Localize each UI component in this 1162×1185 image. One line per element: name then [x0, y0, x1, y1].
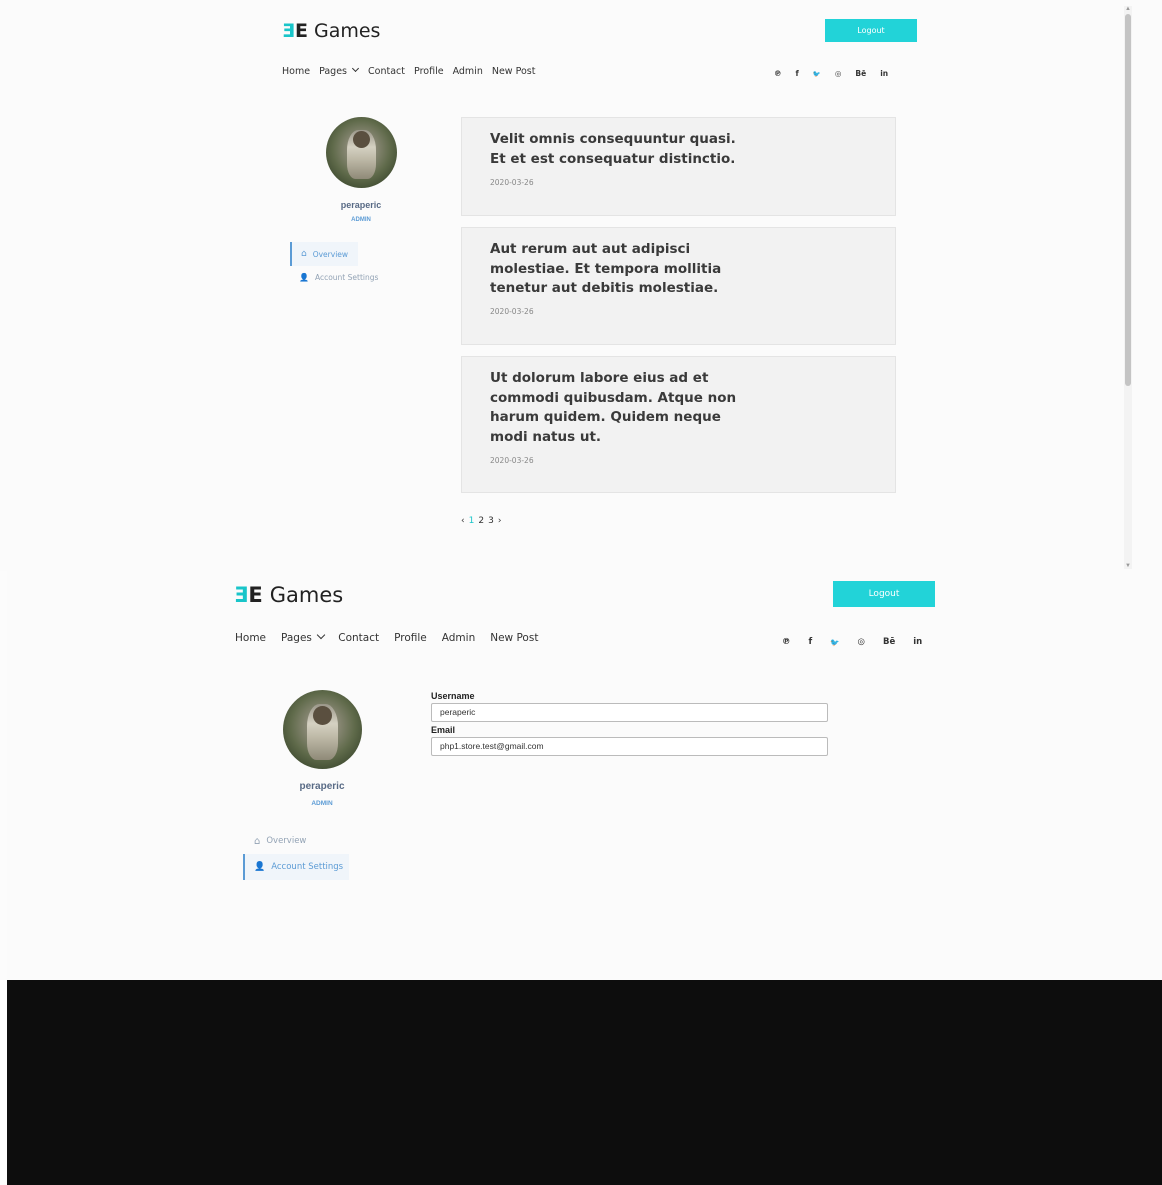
nav-pages[interactable]: Pages [319, 64, 360, 77]
avatar [283, 690, 362, 769]
sidebar-item-label: Overview [312, 249, 349, 259]
nav-new-post[interactable]: New Post [492, 66, 536, 77]
nav-profile[interactable]: Profile [414, 66, 444, 77]
user-icon: 👤 [299, 272, 309, 282]
username-field[interactable]: peraperic [431, 703, 828, 722]
profile-role: ADMIN [311, 800, 333, 807]
post-card[interactable]: Aut rerum aut aut adipisci molestiae. Et… [461, 227, 896, 345]
pinterest-icon[interactable]: ℗ [782, 637, 791, 647]
nav-pages-label: Pages [281, 632, 312, 644]
prev-page-button[interactable]: ‹ [461, 516, 465, 526]
avatar-head [313, 705, 332, 725]
site-logo[interactable]: ƎE Games [282, 19, 380, 43]
sidebar-item-account-settings[interactable]: 👤 Account Settings [292, 270, 402, 284]
sidebar-item-overview[interactable]: ⌂ Overview [246, 833, 356, 849]
scroll-thumb[interactable] [1125, 14, 1131, 386]
sidebar-item-label: Account Settings [314, 272, 379, 282]
profile-role: ADMIN [351, 217, 371, 223]
sidebar-item-label: Overview [266, 836, 307, 846]
home-icon: ⌂ [254, 835, 261, 847]
sidebar-item-overview[interactable]: ⌂ Overview [290, 242, 358, 266]
twitter-icon[interactable]: 🐦 [830, 638, 839, 647]
next-page-button[interactable]: › [498, 516, 502, 526]
dribbble-icon[interactable]: ◎ [835, 69, 842, 78]
social-links: ℗ f 🐦 ◎ Bē in [782, 637, 922, 647]
sidebar-item-account-settings[interactable]: 👤 Account Settings [243, 854, 349, 880]
nav-contact[interactable]: Contact [368, 66, 405, 77]
behance-icon[interactable]: Bē [855, 69, 866, 78]
behance-icon[interactable]: Bē [883, 637, 895, 647]
post-date: 2020-03-26 [490, 307, 534, 316]
user-icon: 👤 [254, 862, 266, 872]
facebook-icon[interactable]: f [796, 69, 799, 78]
nav-home[interactable]: Home [282, 66, 310, 77]
facebook-icon[interactable]: f [809, 637, 813, 647]
main-nav: Home Pages Contact Profile Admin New Pos… [235, 630, 538, 644]
profile-username: peraperic [299, 781, 345, 792]
page-link[interactable]: 2 [478, 516, 484, 526]
logout-button[interactable]: Logout [833, 581, 935, 607]
post-title[interactable]: Ut dolorum labore eius ad et commodi qui… [490, 369, 740, 447]
username-label: Username [431, 691, 475, 701]
page-link-current[interactable]: 1 [469, 516, 475, 526]
chevron-down-icon [352, 64, 360, 73]
page-link[interactable]: 3 [488, 516, 494, 526]
nav-pages-label: Pages [319, 66, 348, 77]
post-title[interactable]: Velit omnis consequuntur quasi. Et et es… [490, 130, 740, 169]
nav-contact[interactable]: Contact [338, 632, 379, 644]
logo-text: Games [269, 583, 344, 607]
nav-home[interactable]: Home [235, 632, 266, 644]
logo-text: Games [313, 20, 381, 42]
account-settings-page: ƎE Games Logout Home Pages Contact Profi… [7, 571, 1162, 980]
post-card[interactable]: Velit omnis consequuntur quasi. Et et es… [461, 117, 896, 216]
vertical-scrollbar[interactable]: ▲ ▼ [1124, 6, 1132, 569]
nav-pages[interactable]: Pages [281, 630, 326, 644]
home-icon: ⌂ [301, 249, 307, 259]
logout-button[interactable]: Logout [825, 19, 917, 42]
pagination: ‹ 1 2 3 › [461, 516, 501, 526]
pinterest-icon[interactable]: ℗ [774, 69, 782, 78]
email-field[interactable]: php1.store.test@gmail.com [431, 737, 828, 756]
scroll-up-icon[interactable]: ▲ [1125, 6, 1131, 12]
sidebar-item-label: Account Settings [271, 862, 344, 872]
post-date: 2020-03-26 [490, 456, 534, 465]
logo-mark: ƎE [234, 583, 263, 607]
linkedin-icon[interactable]: in [880, 69, 888, 78]
linkedin-icon[interactable]: in [913, 637, 922, 647]
main-nav: Home Pages Contact Profile Admin New Pos… [282, 64, 536, 77]
twitter-icon[interactable]: 🐦 [813, 70, 821, 78]
email-label: Email [431, 725, 456, 735]
overview-page: ƎE Games Logout Home Pages Contact Profi… [0, 0, 1162, 571]
logo-mark: ƎE [282, 20, 308, 42]
site-logo[interactable]: ƎE Games [234, 581, 343, 609]
social-links: ℗ f 🐦 ◎ Bē in [774, 69, 888, 78]
dribbble-icon[interactable]: ◎ [858, 637, 865, 647]
nav-profile[interactable]: Profile [394, 632, 427, 644]
empty-dark-area [7, 980, 1162, 1185]
chevron-down-icon [317, 630, 326, 640]
nav-admin[interactable]: Admin [442, 632, 475, 644]
post-card[interactable]: Ut dolorum labore eius ad et commodi qui… [461, 356, 896, 493]
profile-username: peraperic [340, 200, 382, 210]
avatar [326, 117, 397, 188]
nav-admin[interactable]: Admin [453, 66, 483, 77]
scroll-down-icon[interactable]: ▼ [1125, 563, 1131, 569]
nav-new-post[interactable]: New Post [490, 632, 538, 644]
post-date: 2020-03-26 [490, 178, 534, 187]
post-title[interactable]: Aut rerum aut aut adipisci molestiae. Et… [490, 240, 740, 299]
